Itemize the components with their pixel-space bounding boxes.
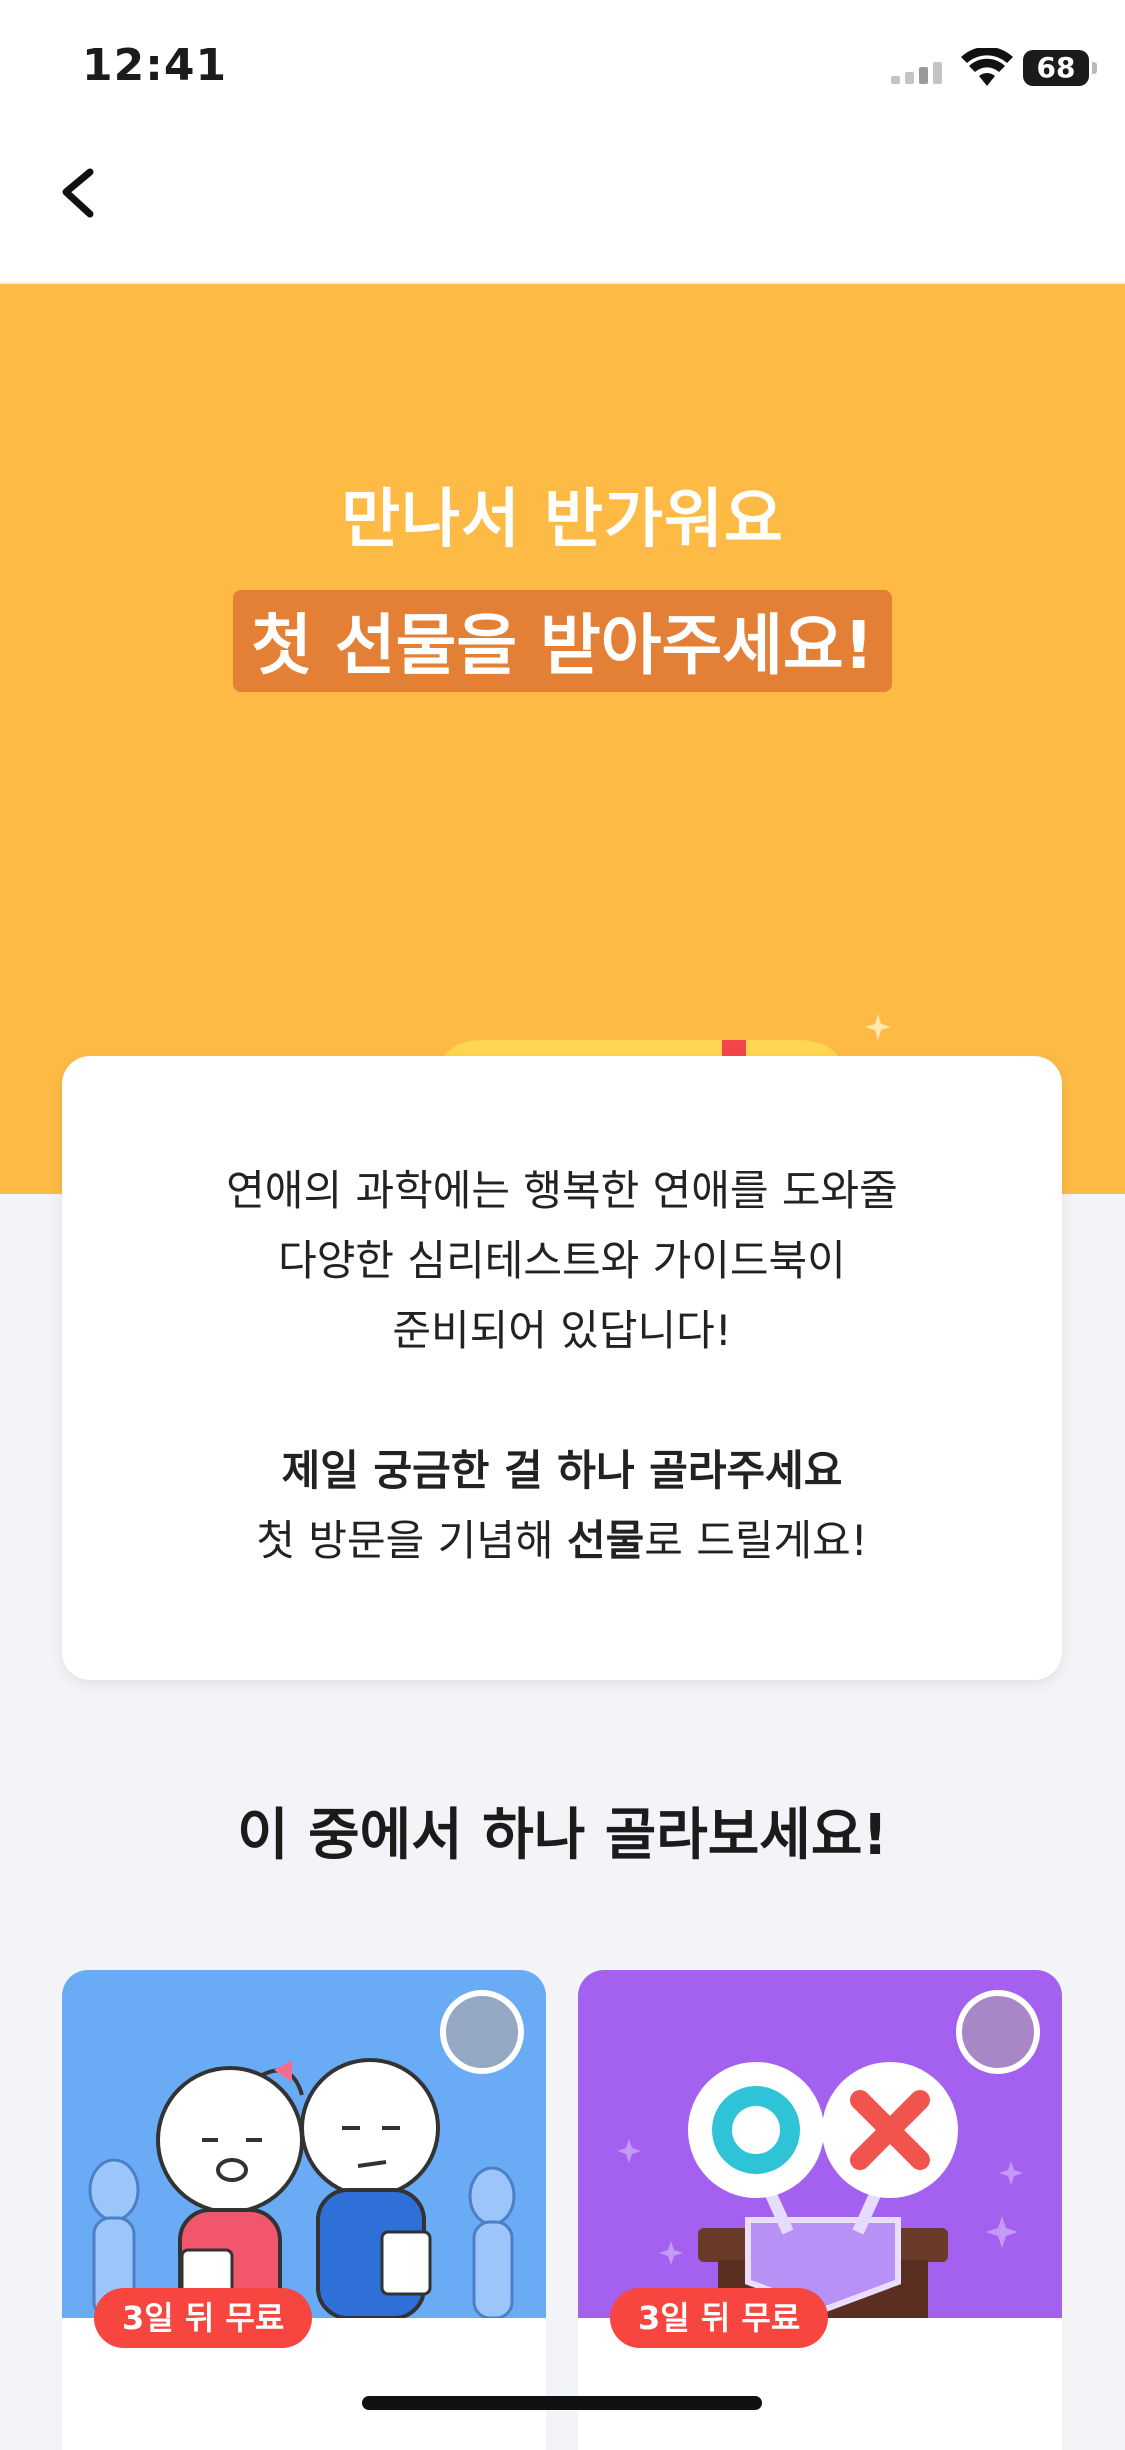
intro-line: 다양한 심리테스트와 가이드북이 — [278, 1236, 846, 1285]
intro-card: 연애의 과학에는 행복한 연애를 도와줄 다양한 심리테스트와 가이드북이 준비… — [62, 1056, 1062, 1680]
choose-text: 제일 궁금한 걸 하나 골라주세요 첫 방문을 기념해 선물로 드릴게요! — [62, 1436, 1062, 1576]
wifi-icon — [961, 48, 1013, 86]
status-bar: 12:41 68 — [0, 0, 1125, 140]
option-thumbnail — [578, 1970, 1062, 2318]
choose-prompt: 제일 궁금한 걸 하나 골라주세요 — [281, 1446, 843, 1495]
option-card-ox-quiz[interactable]: 3일 뒤 무료 — [578, 1970, 1062, 2450]
intro-line: 연애의 과학에는 행복한 연애를 도와줄 — [226, 1166, 898, 1215]
gift-message-suffix: 로 드릴게요! — [644, 1516, 868, 1565]
option-card-psych-test[interactable]: 3일 뒤 무료 — [62, 1970, 546, 2450]
intro-line: 준비되어 있답니다! — [392, 1306, 732, 1355]
signal-icon — [891, 62, 942, 84]
back-arrow-icon[interactable] — [54, 152, 104, 232]
gift-message-bold: 선물 — [566, 1516, 645, 1565]
free-badge: 3일 뒤 무료 — [94, 2288, 313, 2348]
hero-highlight-title: 첫 선물을 받아주세요! — [233, 590, 892, 692]
battery-icon: 68 — [1023, 50, 1097, 86]
status-time: 12:41 — [82, 40, 228, 91]
intro-text: 연애의 과학에는 행복한 연애를 도와줄 다양한 심리테스트와 가이드북이 준비… — [62, 1156, 1062, 1366]
select-radio[interactable] — [956, 1990, 1040, 2074]
gift-message: 첫 방문을 기념해 선물로 드릴게요! — [62, 1506, 1062, 1576]
select-radio[interactable] — [440, 1990, 524, 2074]
section-title: 이 중에서 하나 골라보세요! — [237, 1803, 888, 1868]
hero-greeting: 만나서 반가워요 — [341, 483, 784, 557]
option-thumbnail — [62, 1970, 546, 2320]
gift-message-prefix: 첫 방문을 기념해 — [256, 1516, 567, 1565]
free-badge: 3일 뒤 무료 — [610, 2288, 829, 2348]
nav-bar — [0, 140, 1125, 284]
home-indicator — [362, 2396, 762, 2410]
